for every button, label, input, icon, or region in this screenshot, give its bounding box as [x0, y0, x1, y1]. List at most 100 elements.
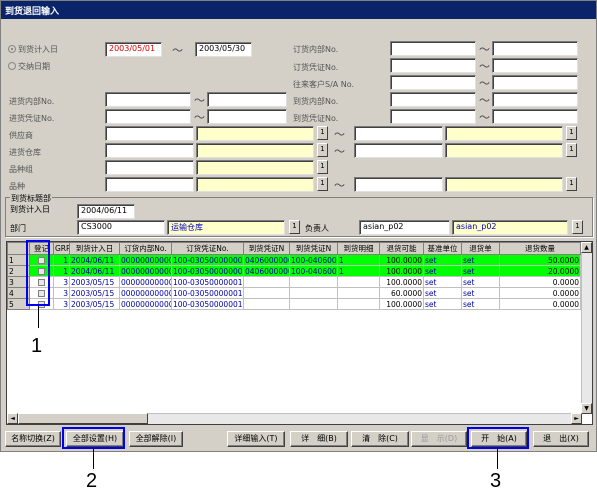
radio-deal-date[interactable]: [8, 62, 16, 70]
scroll-right-arrow-icon[interactable]: ►: [571, 413, 582, 424]
cell-return-qty[interactable]: 0.0000: [499, 287, 581, 299]
dept-label: 部门: [10, 224, 26, 233]
cell-return-unit: set: [461, 265, 500, 277]
table-row[interactable]: 332003/05/1500000000000010100-0305000000…: [7, 276, 581, 288]
manager-code-input[interactable]: asian_p02: [359, 220, 450, 235]
return-plan-date-input[interactable]: 2004/06/11: [77, 204, 135, 219]
table-row[interactable]: 432003/05/1500000000000010100-0305000000…: [7, 287, 581, 299]
return-plan-date-label: 到货计入日: [10, 205, 50, 214]
cell-unit: set: [423, 287, 462, 299]
grid-horizontal-scrollbar[interactable]: ◄ ►: [7, 413, 582, 424]
detail-input-button[interactable]: 详细输入(T): [227, 431, 285, 447]
table-row[interactable]: 532003/05/1500000000000010100-0305000000…: [7, 298, 581, 310]
name-switch-button[interactable]: 名称切换(Z): [5, 431, 61, 447]
col-header[interactable]: 退货单: [461, 242, 500, 255]
customer-sa-no-to[interactable]: [492, 75, 578, 90]
cell-unit: set: [423, 254, 462, 266]
arrival-voucher-no-label: 到货凭证No.: [293, 114, 339, 123]
purchase-internal-no-to[interactable]: [207, 92, 287, 107]
purchase-voucher-no-to[interactable]: [207, 109, 287, 124]
arrival-voucher-no-from[interactable]: [390, 109, 476, 124]
warehouse-code-to[interactable]: [354, 143, 443, 158]
scroll-up-arrow-icon[interactable]: ▲: [581, 242, 592, 253]
detail-button[interactable]: 详 细(B): [290, 431, 348, 447]
col-header[interactable]: 退货数量: [499, 242, 581, 255]
scroll-left-arrow-icon[interactable]: ◄: [7, 413, 18, 424]
supplier-code-to[interactable]: [354, 126, 443, 141]
dept-lookup-button[interactable]: 1: [289, 220, 300, 234]
customer-sa-no-from[interactable]: [390, 75, 476, 90]
cell-detail: 1: [337, 254, 380, 266]
cell-return-qty[interactable]: 20.0000: [499, 265, 581, 277]
table-row[interactable]: 212004/06/1100000000000009100-0305000000…: [7, 265, 581, 277]
callout-1-line: [38, 306, 39, 328]
return-detail-grid[interactable]: 登记 GRP 到货计入日 订货内部No. 订货凭证No. 到货凭证N 到货凭证N…: [6, 241, 593, 425]
order-voucher-no-from[interactable]: [390, 58, 476, 73]
order-voucher-no-label: 订货凭证No.: [293, 63, 339, 72]
range-tilde: ～: [194, 111, 205, 124]
col-header[interactable]: 基准单位: [423, 242, 462, 255]
purchase-voucher-no-label: 进货凭证No.: [9, 114, 55, 123]
col-header[interactable]: 到货明细: [337, 242, 380, 255]
col-header[interactable]: 到货凭证N: [289, 242, 338, 255]
purchase-internal-no-from[interactable]: [105, 92, 191, 107]
col-header[interactable]: 到货凭证N: [243, 242, 290, 255]
col-header[interactable]: 订货凭证No.: [171, 242, 244, 255]
arrival-internal-no-from[interactable]: [390, 92, 476, 107]
cell-unit: set: [423, 298, 462, 310]
horizontal-scroll-thumb[interactable]: [18, 413, 148, 424]
scroll-down-arrow-icon[interactable]: ▼: [581, 403, 592, 414]
date-from-input[interactable]: 2003/05/01: [105, 42, 162, 57]
order-internal-no-from[interactable]: [390, 41, 476, 56]
grid-header-row: 登记 GRP 到货计入日 订货内部No. 订货凭证No. 到货凭证N 到货凭证N…: [7, 242, 581, 255]
cell-grp: 1: [53, 254, 70, 266]
order-internal-no-to[interactable]: [492, 41, 578, 56]
product-group-lookup-button[interactable]: 1: [317, 160, 328, 174]
product-label: 品种: [9, 182, 25, 191]
date-to-input[interactable]: 2003/05/30: [195, 42, 252, 57]
exit-button[interactable]: 退 出(X): [533, 431, 589, 447]
col-header[interactable]: 退货可能: [379, 242, 424, 255]
purchase-internal-no-label: 进货内部No.: [9, 97, 55, 106]
cell-return-qty[interactable]: 0.0000: [499, 276, 581, 288]
warehouse-lookup-from-button[interactable]: 1: [317, 143, 328, 157]
dept-code-input[interactable]: CS3000: [77, 220, 165, 235]
range-tilde: ～: [479, 60, 490, 73]
warehouse-lookup-to-button[interactable]: 1: [566, 143, 577, 157]
purchase-voucher-no-from[interactable]: [105, 109, 191, 124]
product-name-to: [445, 177, 563, 192]
col-header[interactable]: 订货内部No.: [119, 242, 172, 255]
product-code-from[interactable]: [105, 177, 194, 192]
product-lookup-to-button[interactable]: 1: [566, 177, 577, 191]
cell-order-internal: 00000000000010: [119, 298, 172, 310]
cell-order-voucher: 100-030500000010: [171, 298, 244, 310]
supplier-code-from[interactable]: [105, 126, 194, 141]
product-group-code[interactable]: [105, 160, 194, 175]
arrival-internal-no-to[interactable]: [492, 92, 578, 107]
cell-return-qty[interactable]: 50.0000: [499, 254, 581, 266]
radio-plan-date[interactable]: [8, 45, 16, 53]
manager-lookup-button[interactable]: 1: [572, 220, 583, 234]
arrival-voucher-no-to[interactable]: [492, 109, 578, 124]
dept-name-field: 运输仓库: [167, 220, 285, 235]
arrival-internal-no-label: 到货内部No.: [293, 97, 339, 106]
cell-grp: 3: [53, 276, 70, 288]
order-voucher-no-to[interactable]: [492, 58, 578, 73]
col-header[interactable]: GRP: [53, 242, 70, 255]
grid-vertical-scrollbar[interactable]: ▲ ▼: [581, 242, 592, 414]
cell-arrival-voucher1: [243, 276, 290, 288]
supplier-lookup-to-button[interactable]: 1: [566, 126, 577, 140]
supplier-lookup-from-button[interactable]: 1: [317, 126, 328, 140]
cell-return-qty[interactable]: 0.0000: [499, 298, 581, 310]
table-row[interactable]: 112004/06/1100000000000009100-0305000000…: [7, 254, 581, 266]
purchase-warehouse-label: 进货仓库: [9, 148, 41, 157]
clear-all-button[interactable]: 全部解除(I): [129, 431, 183, 447]
warehouse-code-from[interactable]: [105, 143, 194, 158]
order-internal-no-label: 订货内部No.: [293, 45, 339, 54]
supplier-name-to: [445, 126, 563, 141]
clear-button[interactable]: 清 除(C): [351, 431, 409, 447]
col-header[interactable]: 到货计入日: [69, 242, 120, 255]
product-lookup-from-button[interactable]: 1: [317, 177, 328, 191]
cell-date: 2003/05/15: [69, 287, 120, 299]
product-code-to[interactable]: [354, 177, 443, 192]
